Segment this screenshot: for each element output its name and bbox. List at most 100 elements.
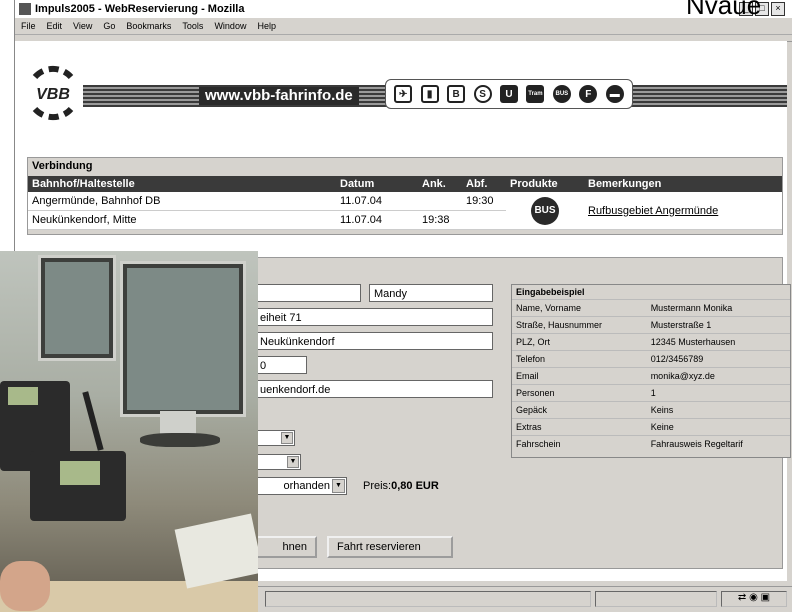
table-row: Telefon 012/3456789 (512, 350, 790, 368)
connection-icon[interactable]: ⇄ (738, 592, 746, 603)
col-station: Bahnhof/Haltestelle (28, 176, 336, 192)
table-row: Straße, Hausnummer Musterstraße 1 (512, 316, 790, 334)
vbb-logo: VBB (32, 65, 74, 121)
popup-icon[interactable]: ◉ (749, 592, 758, 603)
site-url[interactable]: www.vbb-fahrinfo.de (199, 87, 359, 105)
cell-dep (462, 210, 506, 230)
app-icon (19, 3, 31, 15)
price-text: Preis:0,80 EUR (363, 480, 439, 492)
example-value: Mustermann Monika (646, 299, 790, 317)
price-label: Preis: (363, 480, 392, 492)
col-dep: Abf. (462, 176, 506, 192)
phone-console (30, 451, 126, 521)
logo-text: VBB (36, 86, 70, 103)
menu-tools[interactable]: Tools (182, 21, 203, 31)
col-remarks: Bemerkungen (584, 176, 782, 192)
corner-caption: Nvaue (686, 0, 762, 20)
city-field[interactable]: Neukünkendorf (255, 332, 493, 350)
connection-panel: Verbindung Bahnhof/Haltestelle Datum Ank… (27, 157, 783, 235)
example-value: 12345 Musterhausen (646, 333, 790, 351)
ubahn-icon[interactable]: U (499, 85, 518, 103)
menu-bookmarks[interactable]: Bookmarks (126, 21, 171, 31)
example-value: Musterstraße 1 (646, 316, 790, 334)
example-label: Personen (512, 384, 647, 402)
menu-bar: File Edit View Go Bookmarks Tools Window… (15, 18, 792, 35)
product-icons: ✈ ▮ B S U Tram BUS F ▬ (385, 79, 633, 109)
example-value: Keins (646, 401, 790, 419)
menu-help[interactable]: Help (257, 21, 276, 31)
table-row: PLZ, Ort 12345 Musterhausen (512, 333, 790, 351)
plane-icon[interactable]: ✈ (394, 85, 413, 103)
sbahn-icon[interactable]: S (473, 85, 492, 103)
cell-date: 11.07.04 (336, 192, 418, 211)
example-value: Fahrausweis Regeltarif (646, 435, 790, 452)
table-row: Gepäck Keins (512, 401, 790, 419)
example-title: Eingabebeispiel (516, 287, 585, 297)
monitor-left (38, 255, 116, 361)
chevron-down-icon[interactable]: ▼ (332, 479, 345, 493)
menu-edit[interactable]: Edit (47, 21, 63, 31)
status-progress (595, 591, 717, 607)
example-label: Fahrschein (512, 435, 647, 452)
menu-view[interactable]: View (73, 21, 92, 31)
paper (174, 513, 258, 589)
firstname-field[interactable]: Mandy (369, 284, 493, 302)
luggage-select[interactable]: ▼ (255, 454, 301, 470)
example-label: Extras (512, 418, 647, 436)
table-row: Fahrschein Fahrausweis Regeltarif (512, 435, 790, 452)
cell-remark: Rufbusgebiet Angermünde (584, 192, 782, 230)
ticket-select-value: orhanden (283, 480, 331, 492)
menu-window[interactable]: Window (214, 21, 246, 31)
col-date: Datum (336, 176, 418, 192)
ticket-select[interactable]: orhanden ▼ (255, 477, 347, 495)
cell-station: Neukünkendorf, Mitte (28, 210, 336, 230)
menu-file[interactable]: File (21, 21, 36, 31)
cancel-button[interactable]: hnen (255, 536, 317, 558)
email-field[interactable]: uenkendorf.de (255, 380, 493, 398)
ferry-icon[interactable]: F (579, 85, 598, 103)
status-icons: ⇄ ◉ ▣ (721, 591, 787, 607)
price-value: 0,80 EUR (391, 480, 439, 492)
chevron-down-icon[interactable]: ▼ (287, 456, 299, 468)
table-row: Email monika@xyz.de (512, 367, 790, 385)
table-row: Personen 1 (512, 384, 790, 402)
example-value: 1 (646, 384, 790, 402)
car-icon[interactable]: ▬ (605, 85, 624, 103)
bus-badge-icon: BUS (531, 196, 559, 225)
lock-icon[interactable]: ▣ (761, 592, 770, 603)
title-bar: Impuls2005 - WebReservierung - Mozilla (15, 0, 792, 18)
example-table: Name, Vorname Mustermann Monika Straße, H… (512, 299, 790, 452)
bus-icon[interactable]: BUS (552, 85, 571, 103)
reserve-button[interactable]: Fahrt reservieren (327, 536, 453, 558)
workstation-photo (0, 251, 258, 612)
regional-icon[interactable]: B (447, 85, 466, 103)
hand (0, 561, 50, 611)
tram-icon[interactable]: Tram (526, 85, 545, 103)
menu-go[interactable]: Go (103, 21, 115, 31)
example-value: 012/3456789 (646, 350, 790, 368)
plz-field[interactable]: 0 (255, 356, 307, 374)
window-title: Impuls2005 - WebReservierung - Mozilla (35, 3, 245, 15)
cell-date: 11.07.04 (336, 210, 418, 230)
cell-product: BUS (506, 192, 584, 230)
example-label: Gepäck (512, 401, 647, 419)
cell-arr (418, 192, 462, 211)
persons-select[interactable]: ▼ (255, 430, 295, 446)
example-value: monika@xyz.de (646, 367, 790, 385)
train-icon[interactable]: ▮ (420, 85, 439, 103)
lastname-field[interactable] (255, 284, 361, 302)
cell-dep: 19:30 (462, 192, 506, 211)
cell-station: Angermünde, Bahnhof DB (28, 192, 336, 211)
microphone (82, 391, 104, 451)
monitor-right (120, 261, 246, 417)
chevron-down-icon[interactable]: ▼ (281, 432, 293, 444)
cell-arr: 19:38 (418, 210, 462, 230)
close-icon[interactable]: × (771, 2, 785, 16)
table-row: Extras Keine (512, 418, 790, 436)
connection-table: Bahnhof/Haltestelle Datum Ank. Abf. Prod… (28, 176, 782, 230)
example-label: Telefon (512, 350, 647, 368)
street-field[interactable]: eiheit 71 (255, 308, 493, 326)
example-value: Keine (646, 418, 790, 436)
input-example-panel: Eingabebeispiel Name, Vorname Mustermann … (511, 284, 791, 458)
remark-link[interactable]: Rufbusgebiet Angermünde (588, 205, 718, 217)
